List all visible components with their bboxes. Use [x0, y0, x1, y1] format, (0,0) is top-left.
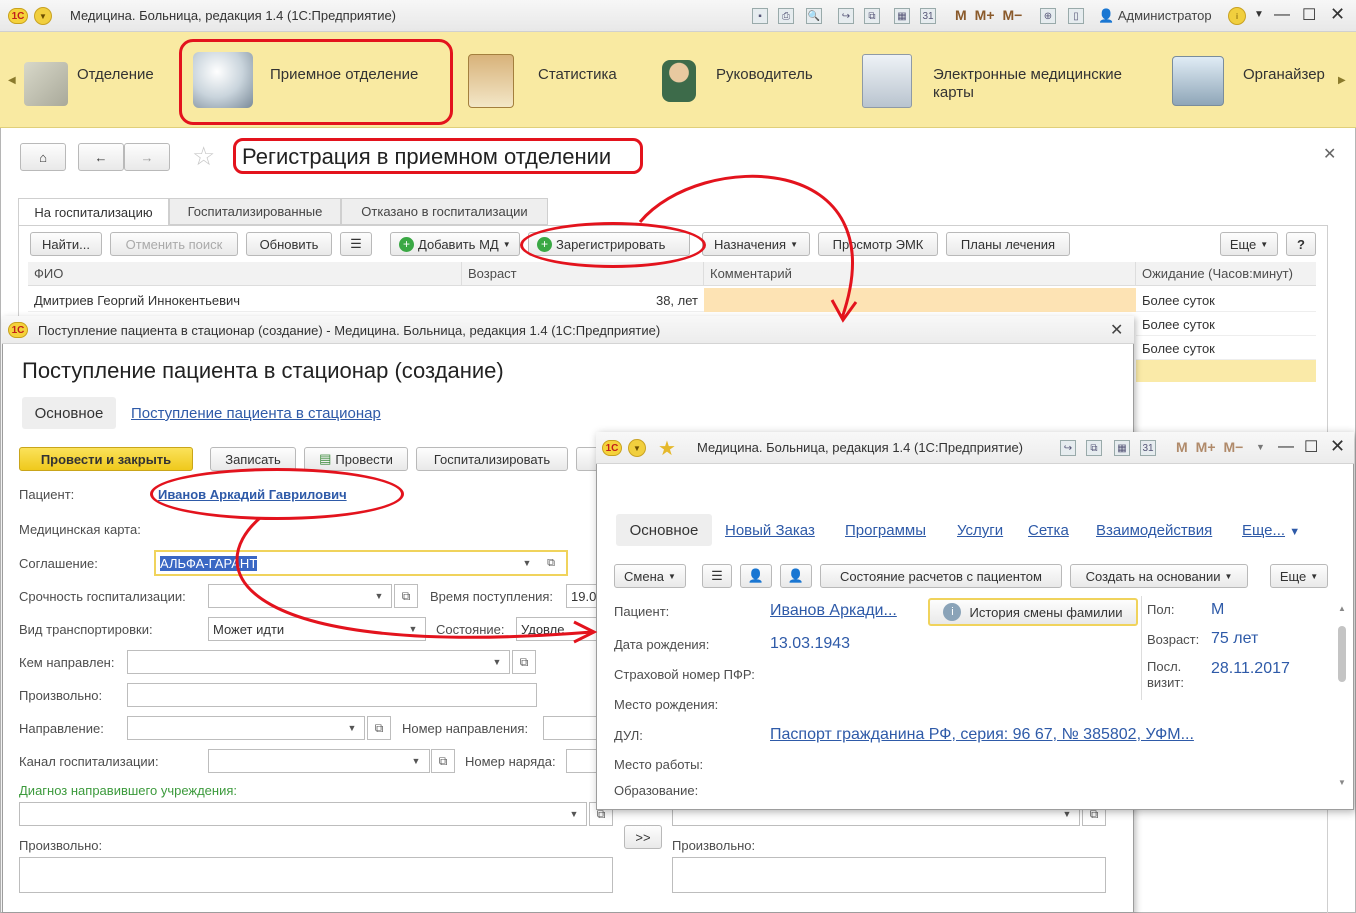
annotation-arrow-register	[638, 174, 854, 319]
annotation-arrow-patient	[235, 516, 593, 639]
annotation-arrows	[235, 174, 858, 644]
